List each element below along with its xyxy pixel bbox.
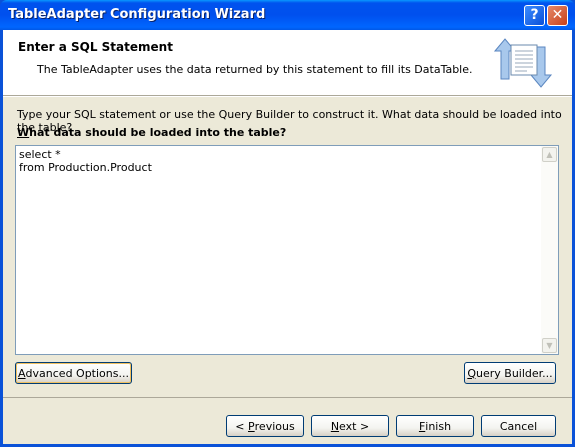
accelerator-key: Q [467,366,476,380]
page-title: Enter a SQL Statement [18,40,173,54]
dialog-body: Enter a SQL Statement The TableAdapter u… [3,30,572,444]
button-label: revious [254,419,295,433]
button-label: uery Builder... [476,366,553,380]
page-subtitle: The TableAdapter uses the data returned … [37,63,473,76]
sql-field-label: What data should be loaded into the tabl… [17,126,286,139]
previous-button[interactable]: < Previous [226,415,304,437]
cancel-button[interactable]: Cancel [481,415,556,437]
wizard-window: TableAdapter Configuration Wizard ? ✕ En… [0,0,575,447]
sql-field-label-text: hat data should be loaded into the table… [29,126,287,139]
query-builder-button[interactable]: Query Builder... [464,362,556,384]
button-label-prefix: < [235,419,249,433]
accelerator-key: P [248,419,255,433]
window-title: TableAdapter Configuration Wizard [8,7,266,22]
banner-divider [3,96,572,97]
title-bar[interactable]: TableAdapter Configuration Wizard ? ✕ [0,0,575,30]
database-transfer-icon [493,38,553,88]
vertical-scrollbar[interactable]: ▲ ▼ [541,146,558,354]
next-button[interactable]: Next > [311,415,389,437]
accelerator-key: A [18,366,26,380]
sql-statement-text[interactable]: select * from Production.Product [19,148,539,352]
footer-divider [3,397,572,398]
scroll-down-arrow-icon[interactable]: ▼ [542,338,557,353]
advanced-options-button[interactable]: Advanced Options... [15,362,132,384]
finish-button[interactable]: Finish [396,415,474,437]
button-label: ext > [339,419,370,433]
close-button[interactable]: ✕ [547,5,568,26]
help-button[interactable]: ? [524,5,545,26]
accelerator-key: W [17,126,30,139]
button-label: inish [425,419,452,433]
scroll-up-arrow-icon[interactable]: ▲ [542,147,557,162]
accelerator-key: N [330,419,340,433]
header-banner: Enter a SQL Statement The TableAdapter u… [3,30,572,96]
sql-statement-input[interactable]: select * from Production.Product ▲ ▼ [15,145,559,355]
button-label: dvanced Options... [25,366,129,380]
